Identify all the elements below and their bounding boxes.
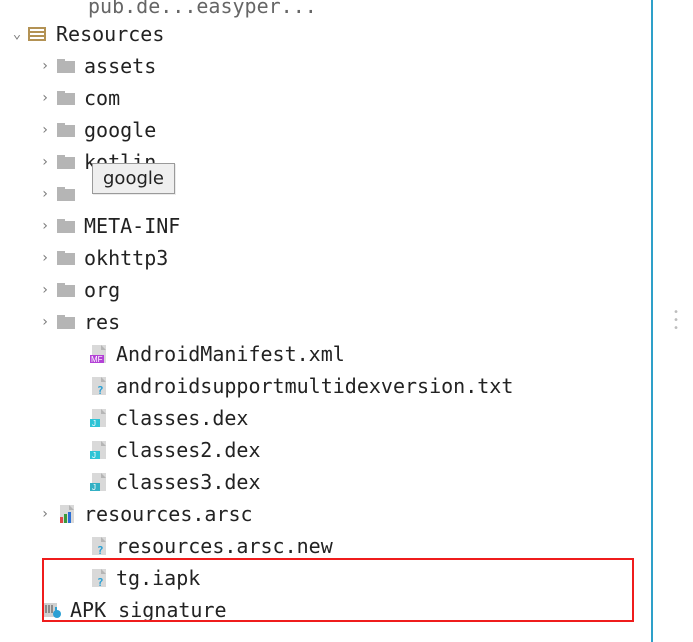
tree-item-apk-signature[interactable]: APK signature bbox=[0, 594, 513, 626]
folder-icon bbox=[56, 217, 78, 235]
folder-icon bbox=[56, 249, 78, 267]
folder-icon bbox=[56, 281, 78, 299]
arsc-file-icon bbox=[56, 505, 78, 523]
tree-item-kotlin[interactable]: › kotlin bbox=[0, 146, 513, 178]
tree-file-classes3-dex[interactable]: J classes3.dex bbox=[0, 466, 513, 498]
tree-item-label: classes.dex bbox=[116, 406, 248, 430]
tree-item-meta-inf[interactable]: › META-INF bbox=[0, 210, 513, 242]
unknown-file-icon: ? bbox=[88, 569, 110, 587]
chevron-right-icon[interactable]: › bbox=[38, 90, 52, 106]
tree-file-resources-arsc-new[interactable]: ? resources.arsc.new bbox=[0, 530, 513, 562]
svg-text:?: ? bbox=[97, 384, 104, 395]
svg-text:J: J bbox=[92, 483, 96, 491]
tree-item-label: classes2.dex bbox=[116, 438, 261, 462]
gutter-overflow-indicator: ••• bbox=[673, 310, 679, 334]
chevron-down-icon[interactable]: ⌄ bbox=[10, 26, 24, 42]
chevron-right-icon[interactable]: › bbox=[38, 154, 52, 170]
unknown-file-icon: ? bbox=[88, 377, 110, 395]
chevron-right-icon[interactable]: › bbox=[38, 506, 52, 522]
tree-item-google[interactable]: › google bbox=[0, 114, 513, 146]
tree-item-label: classes3.dex bbox=[116, 470, 261, 494]
tree-item-label: com bbox=[84, 86, 120, 110]
svg-text:MF: MF bbox=[91, 355, 103, 363]
svg-text:?: ? bbox=[97, 544, 104, 555]
svg-text:J: J bbox=[92, 451, 96, 459]
svg-text:?: ? bbox=[97, 576, 104, 587]
tree-item-label: resources.arsc bbox=[84, 502, 253, 526]
tree-file-multidex-version[interactable]: ? androidsupportmultidexversion.txt bbox=[0, 370, 513, 402]
tree-item-label: google bbox=[84, 118, 156, 142]
tree-item-label: res bbox=[84, 310, 120, 334]
tree-file-classes-dex[interactable]: J classes.dex bbox=[0, 402, 513, 434]
tree-file-android-manifest[interactable]: MF AndroidManifest.xml bbox=[0, 338, 513, 370]
tree-item-label: org bbox=[84, 278, 120, 302]
chevron-right-icon[interactable]: › bbox=[38, 122, 52, 138]
tree-item-label: pub.de...easyper... bbox=[88, 0, 317, 18]
tree-item-resources-arsc[interactable]: › resources.arsc bbox=[0, 498, 513, 530]
tree-item-label: tg.iapk bbox=[116, 566, 200, 590]
folder-icon bbox=[56, 185, 78, 203]
chevron-right-icon[interactable]: › bbox=[38, 282, 52, 298]
tree-item-label: META-INF bbox=[84, 214, 180, 238]
svg-text:J: J bbox=[92, 419, 96, 427]
manifest-file-icon: MF bbox=[88, 345, 110, 363]
chevron-right-icon[interactable]: › bbox=[38, 314, 52, 330]
tree-item-label: APK signature bbox=[70, 598, 227, 622]
tree-item-label: resources.arsc.new bbox=[116, 534, 333, 558]
tree-item-hidden-behind-tooltip[interactable]: › bbox=[0, 178, 513, 210]
folder-icon bbox=[56, 57, 78, 75]
tree-item-org[interactable]: › org bbox=[0, 274, 513, 306]
tree-item-assets[interactable]: › assets bbox=[0, 50, 513, 82]
tree-item-res[interactable]: › res bbox=[0, 306, 513, 338]
chevron-right-icon[interactable]: › bbox=[38, 58, 52, 74]
dex-file-icon: J bbox=[88, 409, 110, 427]
tree-item-truncated[interactable]: pub.de...easyper... bbox=[0, 0, 513, 18]
tree-item-label: Resources bbox=[56, 22, 164, 46]
chevron-right-icon[interactable]: › bbox=[38, 250, 52, 266]
tree-item-com[interactable]: › com bbox=[0, 82, 513, 114]
editor-split-border[interactable] bbox=[651, 0, 653, 642]
tooltip-text: google bbox=[103, 168, 164, 189]
folder-icon bbox=[56, 89, 78, 107]
folder-icon bbox=[56, 153, 78, 171]
folder-list-icon bbox=[28, 25, 50, 43]
dex-file-icon: J bbox=[88, 441, 110, 459]
tree-file-tg-iapk[interactable]: ? tg.iapk bbox=[0, 562, 513, 594]
tree-file-classes2-dex[interactable]: J classes2.dex bbox=[0, 434, 513, 466]
folder-icon bbox=[56, 121, 78, 139]
tree-item-resources[interactable]: ⌄ Resources bbox=[0, 18, 513, 50]
unknown-file-icon: ? bbox=[88, 537, 110, 555]
chevron-right-icon[interactable]: › bbox=[38, 186, 52, 202]
dex-file-icon: J bbox=[88, 473, 110, 491]
chevron-right-icon[interactable]: › bbox=[38, 218, 52, 234]
hover-tooltip: google bbox=[92, 163, 175, 194]
tree-item-label: assets bbox=[84, 54, 156, 78]
folder-icon bbox=[56, 313, 78, 331]
tree-item-label: AndroidManifest.xml bbox=[116, 342, 345, 366]
tree-item-okhttp3[interactable]: › okhttp3 bbox=[0, 242, 513, 274]
tree-item-label: okhttp3 bbox=[84, 246, 168, 270]
signature-key-icon bbox=[42, 601, 64, 619]
project-tree[interactable]: pub.de...easyper... ⌄ Resources › assets… bbox=[0, 0, 513, 626]
tree-item-label: androidsupportmultidexversion.txt bbox=[116, 374, 513, 398]
